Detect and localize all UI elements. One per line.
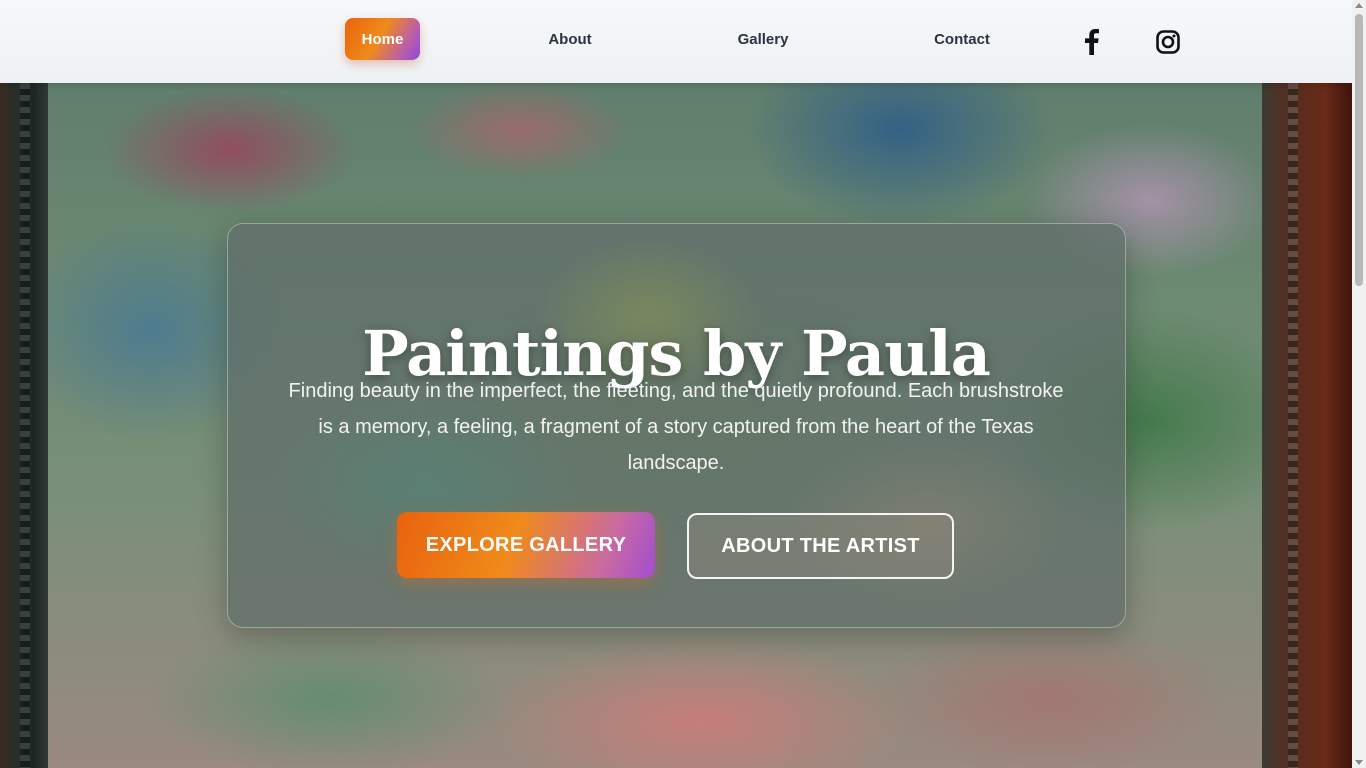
about-artist-button[interactable]: ABOUT THE ARTIST	[687, 513, 954, 579]
painting-frame-left	[0, 83, 48, 768]
page: Home About Gallery Contact Paintings by …	[0, 0, 1366, 768]
scroll-up-arrow-icon[interactable]	[1355, 3, 1363, 8]
vertical-scrollbar[interactable]	[1352, 0, 1366, 768]
nav-home-link[interactable]: Home	[345, 18, 420, 60]
hero-description: Finding beauty in the imperfect, the fle…	[288, 380, 1064, 474]
scroll-down-arrow-icon[interactable]	[1355, 760, 1363, 765]
painting-frame-right	[1262, 83, 1352, 768]
nav-contact-link[interactable]: Contact	[920, 18, 1004, 60]
nav-about-link[interactable]: About	[530, 18, 610, 60]
top-navbar: Home About Gallery Contact	[0, 0, 1352, 83]
nav-gallery-link[interactable]: Gallery	[722, 18, 804, 60]
facebook-icon[interactable]	[1079, 28, 1105, 56]
instagram-icon[interactable]	[1155, 28, 1181, 56]
explore-gallery-button[interactable]: EXPLORE GALLERY	[397, 512, 655, 578]
scrollbar-thumb[interactable]	[1355, 14, 1363, 286]
